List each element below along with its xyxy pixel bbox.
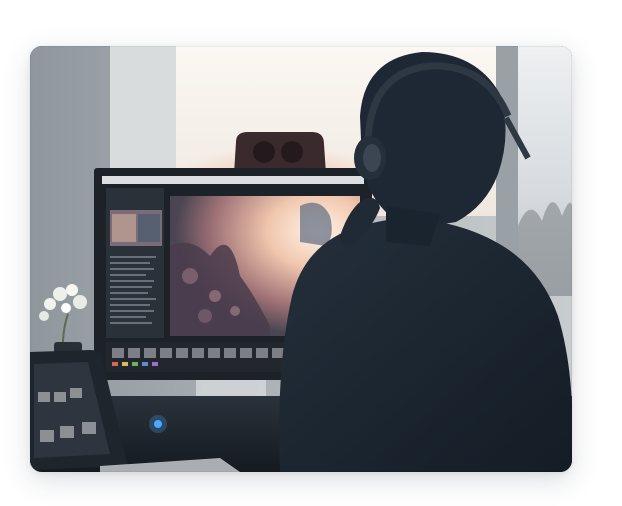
speaker-cone-2 [281, 141, 303, 163]
photo-card [30, 46, 572, 472]
speaker [234, 132, 326, 174]
photo [30, 46, 572, 472]
speaker-cone [253, 141, 275, 163]
